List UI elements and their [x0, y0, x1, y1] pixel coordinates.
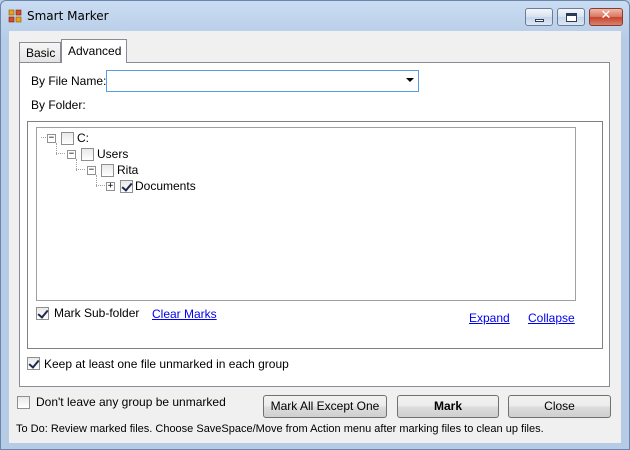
collapse-node-icon[interactable]: − [67, 150, 76, 159]
mark-button[interactable]: Mark [397, 395, 499, 418]
collapse-node-icon[interactable]: − [47, 134, 56, 143]
collapse-node-icon[interactable]: − [87, 166, 96, 175]
tree-connector-line [96, 185, 105, 186]
title-bar[interactable]: Smart Marker ✕ [1, 1, 629, 31]
tree-checkbox-rita[interactable] [101, 164, 114, 177]
close-icon: ✕ [600, 8, 612, 23]
dont-leave-unmarked-label: Don't leave any group be unmarked [36, 395, 226, 409]
expand-node-icon[interactable]: + [106, 182, 115, 191]
tree-node-label: C: [77, 131, 89, 145]
minimize-button[interactable] [525, 8, 553, 26]
close-window-button[interactable]: ✕ [589, 8, 623, 26]
tree-node-label: Rita [117, 163, 139, 177]
dont-leave-unmarked-checkbox[interactable] [17, 396, 30, 409]
collapse-link[interactable]: Collapse [528, 311, 575, 325]
tab-basic[interactable]: Basic [19, 42, 61, 62]
keep-one-unmarked-checkbox[interactable] [27, 357, 40, 370]
clear-marks-link[interactable]: Clear Marks [152, 307, 217, 321]
by-folder-label: By Folder: [31, 98, 86, 112]
chevron-down-icon[interactable] [406, 78, 414, 82]
mark-all-except-one-button[interactable]: Mark All Except One [263, 395, 387, 418]
tree-node-label: Users [97, 147, 129, 161]
mark-subfolder-label: Mark Sub-folder [54, 306, 140, 320]
tab-advanced[interactable]: Advanced [61, 39, 127, 63]
tree-node-label: Documents [135, 179, 196, 193]
by-file-name-label: By File Name: [31, 74, 107, 88]
maximize-icon [566, 13, 577, 22]
close-button[interactable]: Close [508, 395, 611, 418]
folder-tree[interactable]: − C: − Users − Rita + Documents [36, 127, 576, 301]
expand-link[interactable]: Expand [469, 311, 510, 325]
window-title: Smart Marker [27, 9, 109, 23]
tree-connector-line [56, 153, 65, 154]
minimize-icon [535, 19, 544, 22]
tree-checkbox-documents[interactable] [120, 180, 133, 193]
smart-marker-window: Smart Marker ✕ Basic Advanced By File Na… [0, 0, 630, 450]
mark-subfolder-checkbox[interactable] [36, 307, 49, 320]
tree-checkbox-users[interactable] [81, 148, 94, 161]
folder-groupbox: − C: − Users − Rita + Documents Mark Sub… [27, 121, 603, 349]
advanced-tab-panel: By File Name: By Folder: − C: − Users − … [19, 62, 610, 387]
file-name-combobox[interactable] [106, 70, 419, 92]
dialog-client-area: Basic Advanced By File Name: By Folder: [9, 31, 621, 443]
tree-connector-line [76, 169, 85, 170]
tree-checkbox-c[interactable] [61, 132, 74, 145]
keep-one-unmarked-label: Keep at least one file unmarked in each … [44, 357, 289, 371]
status-text: To Do: Review marked files. Choose SaveS… [16, 423, 544, 435]
maximize-button[interactable] [557, 8, 585, 26]
smart-marker-app-icon [8, 9, 22, 23]
